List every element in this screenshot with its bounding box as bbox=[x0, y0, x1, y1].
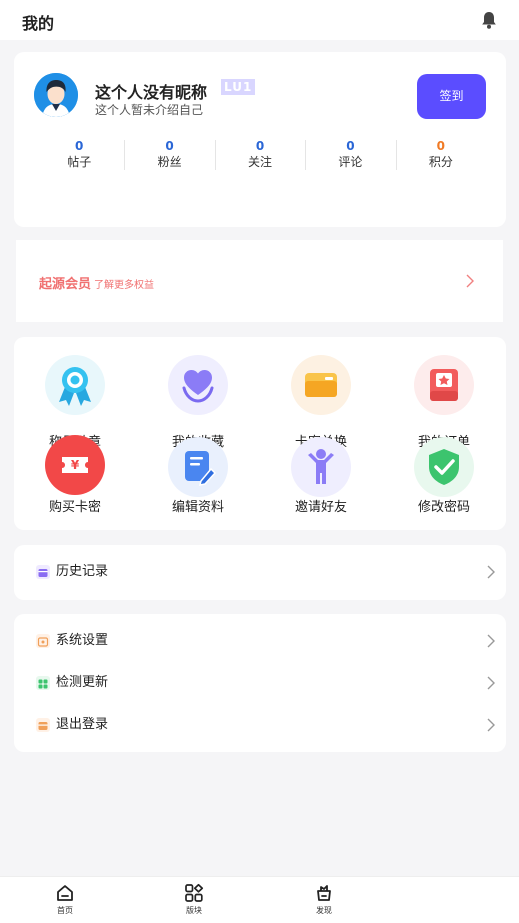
stat-label: 关注 bbox=[248, 155, 273, 169]
grid-label: 修改密码 bbox=[417, 500, 470, 515]
ticket-icon: ¥ bbox=[45, 435, 105, 495]
stat-posts[interactable]: 0 帖子 bbox=[34, 138, 124, 172]
nav-sections[interactable]: 版块 bbox=[174, 883, 214, 917]
nickname: 这个人没有昵称 bbox=[95, 83, 208, 102]
grid-item-edit-profile[interactable]: 编辑资料 bbox=[148, 437, 248, 527]
update-icon bbox=[36, 676, 50, 690]
home-icon bbox=[57, 885, 73, 901]
stat-following[interactable]: 0 关注 bbox=[214, 138, 305, 172]
grid-item-change-password[interactable]: 修改密码 bbox=[394, 437, 494, 527]
stat-value: 0 bbox=[165, 139, 174, 153]
level-badge: LU1 bbox=[221, 79, 256, 95]
profile-card: 这个人没有昵称 LU1 这个人暂未介绍自己 签到 0 帖子 0 粉丝 0 关注 … bbox=[14, 52, 506, 227]
bottom-nav: 首页 版块 发现 bbox=[0, 876, 519, 923]
grid-icon bbox=[185, 883, 204, 902]
grid-label: 购买卡密 bbox=[48, 500, 101, 515]
chevron-right-icon bbox=[487, 676, 495, 690]
stat-value: 0 bbox=[436, 139, 445, 153]
user-avatar-icon bbox=[34, 73, 78, 117]
grid-item-buy-card[interactable]: ¥ 购买卡密 bbox=[25, 435, 125, 527]
grid-label: 邀请好友 bbox=[294, 500, 347, 515]
history-card: 历史记录 bbox=[14, 545, 506, 600]
bell-icon[interactable] bbox=[479, 10, 499, 30]
stat-points[interactable]: 0 积分 bbox=[395, 138, 486, 172]
user-bio: 这个人暂未介绍自己 bbox=[95, 103, 204, 117]
edit-icon bbox=[168, 437, 228, 497]
grid-label: 编辑资料 bbox=[171, 500, 224, 515]
shield-check-icon bbox=[414, 437, 474, 497]
medal-icon bbox=[45, 355, 105, 415]
stat-comments[interactable]: 0 评论 bbox=[305, 138, 395, 172]
nav-home[interactable]: 首页 bbox=[45, 883, 85, 917]
stat-value: 0 bbox=[75, 139, 84, 153]
top-bar: 我的 bbox=[0, 0, 519, 40]
person-icon bbox=[291, 437, 351, 497]
order-icon bbox=[414, 355, 474, 415]
signin-button[interactable]: 签到 bbox=[417, 74, 486, 119]
chevron-right-icon bbox=[487, 718, 495, 732]
history-label: 历史记录 bbox=[56, 564, 109, 579]
nav-label: 首页 bbox=[57, 906, 73, 915]
svg-text:¥: ¥ bbox=[71, 458, 80, 472]
heart-icon bbox=[168, 355, 228, 415]
settings-row-logout[interactable]: 退出登录 bbox=[14, 710, 506, 740]
member-subtitle: 了解更多权益 bbox=[94, 280, 154, 291]
card-wallet-icon bbox=[291, 355, 351, 415]
nav-discover[interactable]: 发现 bbox=[304, 883, 344, 917]
settings-row-system[interactable]: 系统设置 bbox=[14, 626, 506, 656]
stat-fans[interactable]: 0 粉丝 bbox=[124, 138, 214, 172]
settings-label: 系统设置 bbox=[56, 633, 109, 648]
settings-label: 退出登录 bbox=[56, 717, 109, 732]
stat-label: 帖子 bbox=[67, 155, 92, 169]
nav-label: 发现 bbox=[316, 906, 332, 915]
chevron-right-icon bbox=[466, 274, 474, 288]
settings-label: 检测更新 bbox=[56, 675, 109, 690]
history-row[interactable]: 历史记录 bbox=[14, 557, 506, 587]
nav-label: 版块 bbox=[186, 906, 202, 915]
settings-icon bbox=[36, 634, 50, 648]
chevron-right-icon bbox=[487, 565, 495, 579]
settings-card: 系统设置 检测更新 退出登录 bbox=[14, 614, 506, 752]
chevron-right-icon bbox=[487, 634, 495, 648]
stats-row: 0 帖子 0 粉丝 0 关注 0 评论 0 积分 bbox=[34, 138, 486, 172]
member-title: 起源会员 bbox=[39, 277, 92, 292]
history-icon bbox=[36, 565, 50, 579]
stat-label: 评论 bbox=[338, 155, 363, 169]
stat-label: 积分 bbox=[428, 155, 453, 169]
grid-item-invite[interactable]: 邀请好友 bbox=[271, 437, 371, 527]
function-grid: 称号勋章 我的收藏 卡密兑换 我的订单 ¥ bbox=[14, 337, 506, 530]
discover-icon bbox=[317, 885, 331, 901]
stat-value: 0 bbox=[346, 139, 355, 153]
stat-label: 粉丝 bbox=[157, 155, 182, 169]
page-title: 我的 bbox=[22, 14, 55, 33]
settings-row-update[interactable]: 检测更新 bbox=[14, 668, 506, 698]
logout-icon bbox=[36, 718, 50, 732]
avatar[interactable] bbox=[34, 73, 78, 117]
member-banner[interactable]: 起源会员 了解更多权益 bbox=[16, 240, 503, 322]
stat-value: 0 bbox=[255, 139, 265, 153]
